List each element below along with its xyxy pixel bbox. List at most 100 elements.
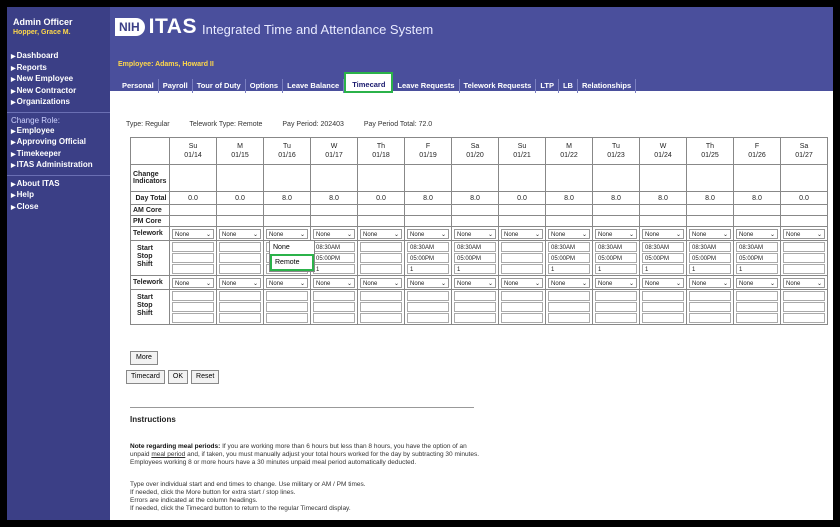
start-input[interactable] xyxy=(172,242,214,252)
telework-select[interactable]: None ⌄ xyxy=(407,277,449,288)
telework-select[interactable]: None ⌄ xyxy=(642,277,684,288)
start-input[interactable] xyxy=(360,242,402,252)
reset-button[interactable]: Reset xyxy=(191,370,220,384)
sidebar-item-reports[interactable]: ▶Reports xyxy=(7,63,110,75)
start-input[interactable] xyxy=(501,291,543,301)
telework-select[interactable]: None ⌄ xyxy=(454,228,496,239)
stop-input[interactable] xyxy=(360,302,402,312)
dropdown-option-remote[interactable]: Remote xyxy=(270,254,314,271)
tab-timecard[interactable]: Timecard xyxy=(344,72,394,93)
telework-select[interactable]: None ⌄ xyxy=(407,228,449,239)
shift-input[interactable] xyxy=(736,313,778,323)
sidebar-item-about-itas[interactable]: ▶About ITAS xyxy=(7,179,110,191)
shift-input[interactable] xyxy=(642,313,684,323)
shift-input[interactable]: 1 xyxy=(595,264,637,274)
telework-select[interactable]: None ⌄ xyxy=(783,277,825,288)
telework-select[interactable]: None ⌄ xyxy=(360,228,402,239)
stop-input[interactable] xyxy=(501,253,543,263)
telework-select[interactable]: None ⌄ xyxy=(736,277,778,288)
dropdown-option-none[interactable]: None xyxy=(270,241,314,254)
start-input[interactable] xyxy=(501,242,543,252)
start-input[interactable] xyxy=(313,291,355,301)
shift-input[interactable] xyxy=(595,313,637,323)
shift-input[interactable]: 1 xyxy=(689,264,731,274)
sidebar-role-employee[interactable]: ▶Employee xyxy=(7,126,110,138)
telework-select[interactable]: None ⌄ xyxy=(501,228,543,239)
telework-select[interactable]: None ⌄ xyxy=(454,277,496,288)
stop-input[interactable]: 05:00PM xyxy=(736,253,778,263)
more-button[interactable]: More xyxy=(130,351,158,365)
telework-select[interactable]: None ⌄ xyxy=(548,277,590,288)
shift-input[interactable] xyxy=(313,313,355,323)
start-input[interactable] xyxy=(407,291,449,301)
start-input[interactable] xyxy=(172,291,214,301)
telework-select[interactable]: None ⌄ xyxy=(595,228,637,239)
stop-input[interactable]: 05:00PM xyxy=(595,253,637,263)
shift-input[interactable] xyxy=(407,313,449,323)
shift-input[interactable]: 1 xyxy=(407,264,449,274)
telework-select[interactable]: None ⌄ xyxy=(172,277,214,288)
stop-input[interactable]: 05:00PM xyxy=(642,253,684,263)
stop-input[interactable] xyxy=(595,302,637,312)
telework-select[interactable]: None ⌄ xyxy=(642,228,684,239)
shift-input[interactable] xyxy=(172,313,214,323)
stop-input[interactable] xyxy=(783,302,825,312)
sidebar-role-approving-official[interactable]: ▶Approving Official xyxy=(7,137,110,149)
shift-input[interactable] xyxy=(783,313,825,323)
start-input[interactable] xyxy=(595,291,637,301)
stop-input[interactable] xyxy=(360,253,402,263)
stop-input[interactable] xyxy=(642,302,684,312)
telework-select[interactable]: None ⌄ xyxy=(689,277,731,288)
sidebar-item-help[interactable]: ▶Help xyxy=(7,190,110,202)
telework-select[interactable]: None ⌄ xyxy=(689,228,731,239)
stop-input[interactable] xyxy=(783,253,825,263)
telework-select[interactable]: None ⌄ xyxy=(595,277,637,288)
telework-select[interactable]: None ⌄ xyxy=(172,228,214,239)
sidebar-item-dashboard[interactable]: ▶Dashboard xyxy=(7,51,110,63)
sidebar-item-new-contractor[interactable]: ▶New Contractor xyxy=(7,86,110,98)
telework-select[interactable]: None ⌄ xyxy=(313,228,355,239)
stop-input[interactable]: 05:00PM xyxy=(548,253,590,263)
telework-select[interactable]: None ⌄ xyxy=(360,277,402,288)
sidebar-item-organizations[interactable]: ▶Organizations xyxy=(7,97,110,109)
telework-select[interactable]: None ⌄ xyxy=(783,228,825,239)
sidebar-role-timekeeper[interactable]: ▶Timekeeper xyxy=(7,149,110,161)
start-input[interactable]: 08:30AM xyxy=(689,242,731,252)
shift-input[interactable] xyxy=(501,264,543,274)
start-input[interactable] xyxy=(642,291,684,301)
start-input[interactable]: 08:30AM xyxy=(454,242,496,252)
stop-input[interactable] xyxy=(501,302,543,312)
stop-input[interactable] xyxy=(548,302,590,312)
stop-input[interactable] xyxy=(454,302,496,312)
start-input[interactable]: 08:30AM xyxy=(736,242,778,252)
shift-input[interactable] xyxy=(783,264,825,274)
sidebar-item-close[interactable]: ▶Close xyxy=(7,202,110,214)
stop-input[interactable]: 05:00PM xyxy=(407,253,449,263)
ok-button[interactable]: OK xyxy=(167,370,189,384)
timecard-button[interactable]: Timecard xyxy=(126,370,165,384)
stop-input[interactable]: 05:00PM xyxy=(454,253,496,263)
shift-input[interactable] xyxy=(219,313,261,323)
start-input[interactable]: 08:30AM xyxy=(595,242,637,252)
shift-input[interactable] xyxy=(454,313,496,323)
start-input[interactable]: 08:30AM xyxy=(642,242,684,252)
sidebar-role-itas-administration[interactable]: ▶ITAS Administration xyxy=(7,160,110,172)
start-input[interactable] xyxy=(736,291,778,301)
start-input[interactable]: 08:30AM xyxy=(313,242,355,252)
start-input[interactable] xyxy=(783,291,825,301)
start-input[interactable] xyxy=(783,242,825,252)
start-input[interactable] xyxy=(689,291,731,301)
telework-select[interactable]: None ⌄ xyxy=(219,228,261,239)
stop-input[interactable] xyxy=(407,302,449,312)
stop-input[interactable] xyxy=(313,302,355,312)
stop-input[interactable] xyxy=(219,253,261,263)
start-input[interactable] xyxy=(266,291,308,301)
stop-input[interactable] xyxy=(172,302,214,312)
stop-input[interactable] xyxy=(266,302,308,312)
stop-input[interactable] xyxy=(172,253,214,263)
shift-input[interactable]: 1 xyxy=(642,264,684,274)
stop-input[interactable] xyxy=(219,302,261,312)
shift-input[interactable] xyxy=(266,313,308,323)
shift-input[interactable] xyxy=(501,313,543,323)
shift-input[interactable] xyxy=(360,264,402,274)
